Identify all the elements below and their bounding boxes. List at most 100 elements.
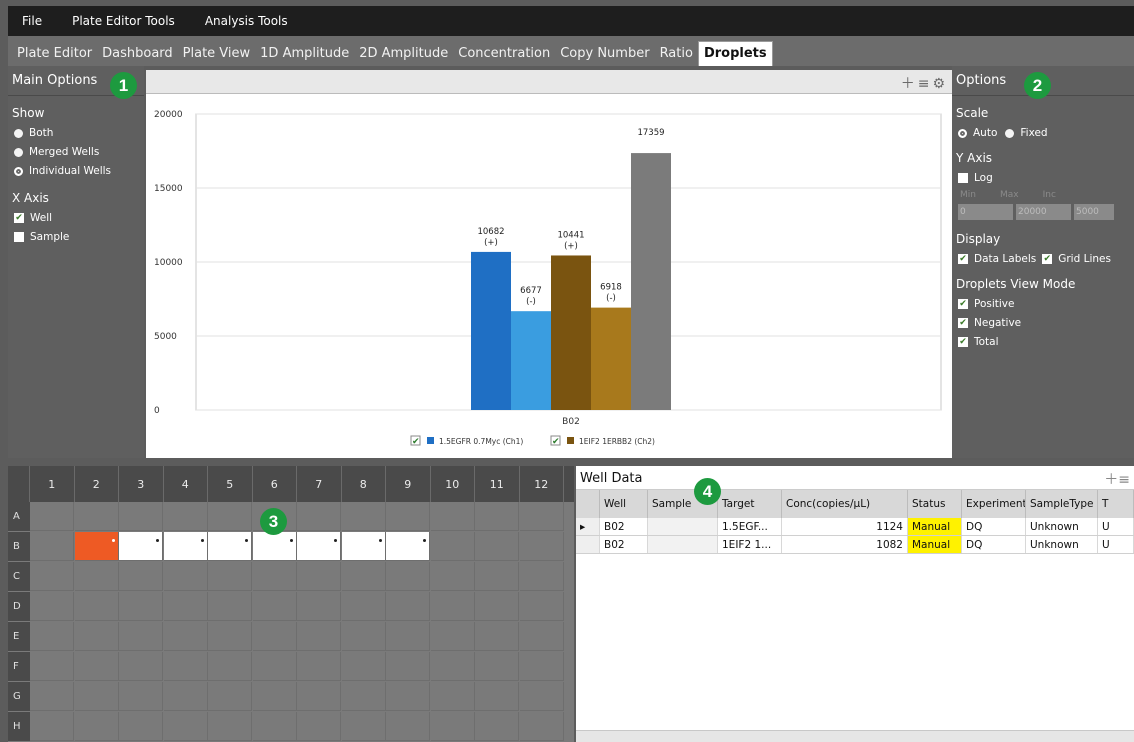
plate-well[interactable] bbox=[74, 562, 119, 591]
plate-well[interactable] bbox=[519, 592, 564, 621]
plate-well[interactable] bbox=[341, 502, 386, 531]
column-header[interactable]: Conc(copies/µL) bbox=[782, 490, 908, 518]
tab-ratio[interactable]: Ratio bbox=[655, 42, 698, 66]
min-input[interactable]: 0 bbox=[958, 204, 1013, 220]
tab-plate-view[interactable]: Plate View bbox=[178, 42, 256, 66]
log-option[interactable]: Log bbox=[958, 172, 1134, 184]
chart-tool-icons[interactable]: ＋≡⚙ bbox=[901, 73, 948, 93]
plate-well[interactable] bbox=[30, 682, 74, 711]
plate-well[interactable] bbox=[208, 562, 252, 591]
plate-well[interactable] bbox=[297, 532, 341, 561]
max-input[interactable]: 20000 bbox=[1016, 204, 1071, 220]
plate-well[interactable] bbox=[430, 562, 475, 591]
plate-well[interactable] bbox=[30, 622, 74, 651]
plate-column-label[interactable]: 10 bbox=[431, 466, 475, 502]
plate-row-label[interactable]: D bbox=[8, 592, 30, 621]
plate-column-label[interactable]: 9 bbox=[386, 466, 431, 502]
plate-well[interactable] bbox=[519, 562, 564, 591]
plate-column-label[interactable]: 6 bbox=[253, 466, 297, 502]
plate-well[interactable] bbox=[30, 532, 74, 561]
plate-well[interactable] bbox=[341, 562, 386, 591]
plate-column-label[interactable]: 8 bbox=[342, 466, 386, 502]
plate-well[interactable] bbox=[386, 562, 430, 591]
plate-well[interactable] bbox=[297, 562, 341, 591]
plate-well[interactable] bbox=[386, 682, 430, 711]
plate-well[interactable] bbox=[475, 532, 519, 561]
inc-input[interactable]: 5000 bbox=[1074, 204, 1114, 220]
well-data-tool-icons[interactable]: ＋≡ bbox=[1104, 469, 1130, 489]
show-individual-option[interactable]: Individual Wells bbox=[14, 165, 144, 177]
plate-well[interactable] bbox=[297, 592, 341, 621]
plate-well[interactable] bbox=[297, 682, 341, 711]
table-row[interactable]: ▸ B02 1.5EGF... 1124 Manual DQ Unknown U bbox=[576, 518, 1134, 536]
plate-well[interactable] bbox=[30, 502, 74, 531]
check-icon[interactable]: ✔ bbox=[14, 213, 24, 223]
tab-dashboard[interactable]: Dashboard bbox=[97, 42, 178, 66]
table-row[interactable]: B02 1EIF2 1... 1082 Manual DQ Unknown U bbox=[576, 536, 1134, 554]
check-icon[interactable]: ✔ bbox=[958, 299, 968, 309]
menu-analysis-tools[interactable]: Analysis Tools bbox=[205, 14, 288, 28]
plate-well[interactable] bbox=[119, 652, 163, 681]
radio-auto[interactable] bbox=[958, 128, 967, 138]
plate-row-label[interactable]: H bbox=[8, 712, 30, 741]
plate-column-label[interactable]: 2 bbox=[75, 466, 119, 502]
plate-column-label[interactable]: 12 bbox=[520, 466, 564, 502]
view-negative-option[interactable]: ✔ Negative bbox=[958, 317, 1134, 329]
radio-fixed[interactable] bbox=[1005, 128, 1015, 138]
plate-well[interactable] bbox=[74, 622, 119, 651]
plate-well[interactable] bbox=[475, 562, 519, 591]
plate-well[interactable] bbox=[163, 622, 208, 651]
plate-well[interactable] bbox=[475, 502, 519, 531]
plate-column-label[interactable]: 3 bbox=[119, 466, 164, 502]
plate-well[interactable] bbox=[252, 682, 297, 711]
plate-well[interactable] bbox=[519, 652, 564, 681]
plate-well[interactable] bbox=[30, 562, 74, 591]
radio-individual[interactable] bbox=[14, 166, 23, 176]
plate-row-label[interactable]: C bbox=[8, 562, 30, 591]
plate-well[interactable] bbox=[430, 532, 475, 561]
plate-well[interactable] bbox=[341, 592, 386, 621]
plate-well[interactable] bbox=[119, 682, 163, 711]
plate-well[interactable] bbox=[252, 712, 297, 741]
plate-well[interactable] bbox=[119, 502, 163, 531]
column-header[interactable]: Target bbox=[718, 490, 782, 518]
plate-well[interactable] bbox=[252, 622, 297, 651]
plate-well[interactable] bbox=[475, 592, 519, 621]
row-selector-icon[interactable]: ▸ bbox=[576, 518, 600, 535]
plate-well[interactable] bbox=[341, 622, 386, 651]
plate-well[interactable] bbox=[519, 622, 564, 651]
column-header[interactable]: Status bbox=[908, 490, 962, 518]
plate-well[interactable] bbox=[208, 712, 252, 741]
tab-concentration[interactable]: Concentration bbox=[453, 42, 555, 66]
plate-well[interactable] bbox=[386, 652, 430, 681]
radio-both[interactable] bbox=[14, 128, 23, 138]
plate-well[interactable] bbox=[74, 592, 119, 621]
plate-well[interactable] bbox=[30, 712, 74, 741]
horizontal-scrollbar[interactable] bbox=[576, 730, 1134, 742]
plate-well[interactable] bbox=[30, 592, 74, 621]
plate-column-label[interactable]: 11 bbox=[475, 466, 520, 502]
plate-well[interactable] bbox=[430, 502, 475, 531]
plate-well[interactable] bbox=[386, 592, 430, 621]
column-header[interactable]: T bbox=[1098, 490, 1134, 518]
plate-well[interactable] bbox=[119, 622, 163, 651]
plate-well[interactable] bbox=[475, 712, 519, 741]
plate-column-label[interactable]: 7 bbox=[297, 466, 342, 502]
plate-well[interactable] bbox=[163, 562, 208, 591]
plate-well[interactable] bbox=[519, 502, 564, 531]
plate-well[interactable] bbox=[430, 652, 475, 681]
plate-well[interactable] bbox=[386, 532, 430, 561]
show-both-option[interactable]: Both bbox=[14, 127, 144, 139]
plate-column-label[interactable]: 1 bbox=[30, 466, 75, 502]
plate-well[interactable] bbox=[163, 502, 208, 531]
plate-well[interactable] bbox=[74, 532, 119, 561]
plate-well[interactable] bbox=[252, 592, 297, 621]
plate-well[interactable] bbox=[341, 652, 386, 681]
plate-well[interactable] bbox=[208, 652, 252, 681]
plate-well[interactable] bbox=[519, 682, 564, 711]
xaxis-sample-option[interactable]: Sample bbox=[14, 231, 144, 243]
plate-well[interactable] bbox=[430, 592, 475, 621]
plate-well[interactable] bbox=[119, 712, 163, 741]
plate-well[interactable] bbox=[252, 652, 297, 681]
plate-well[interactable] bbox=[519, 532, 564, 561]
